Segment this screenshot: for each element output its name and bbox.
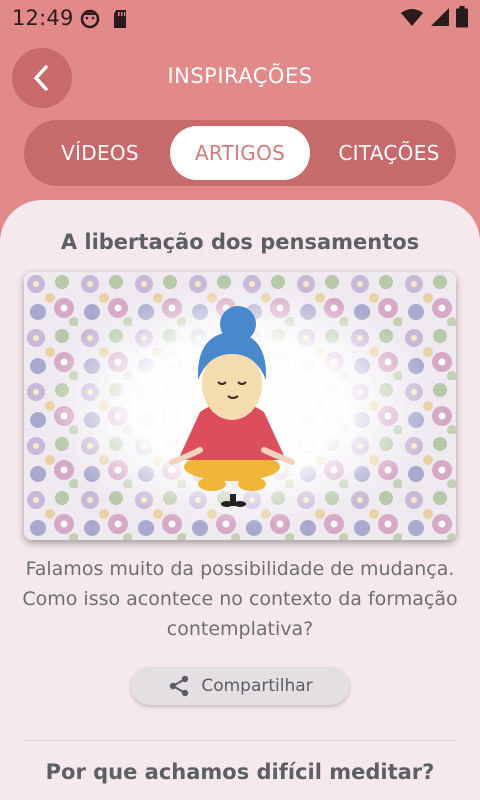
- tab-videos[interactable]: VÍDEOS: [30, 126, 170, 180]
- article-list[interactable]: A libertação dos pensamentos Falamos mui…: [0, 200, 480, 800]
- article-title: Por que achamos difícil meditar?: [45, 760, 435, 784]
- page-title: INSPIRAÇÕES: [167, 64, 313, 88]
- share-button[interactable]: Compartilhar: [131, 667, 349, 705]
- tab-bar: VÍDEOS ARTIGOS CITAÇÕES: [24, 120, 456, 186]
- signal-icon: [431, 8, 449, 26]
- meditation-illustration: [24, 272, 456, 540]
- wifi-icon: [401, 9, 423, 26]
- article-image[interactable]: [24, 272, 456, 540]
- status-bar: 12:49: [0, 0, 480, 36]
- share-label: Compartilhar: [201, 676, 313, 696]
- status-time: 12:49: [12, 6, 74, 30]
- article-title: A libertação dos pensamentos: [60, 230, 420, 254]
- divider: [24, 740, 456, 741]
- header: INSPIRAÇÕES: [0, 40, 480, 116]
- sd-card-icon: [114, 10, 126, 28]
- face-icon: [80, 9, 100, 29]
- share-icon: [170, 675, 189, 697]
- article-description: Falamos muito da possibilidade de mudanç…: [22, 558, 458, 640]
- tab-articles[interactable]: ARTIGOS: [170, 126, 310, 180]
- battery-icon: [456, 6, 468, 28]
- tab-quotes[interactable]: CITAÇÕES: [324, 126, 454, 180]
